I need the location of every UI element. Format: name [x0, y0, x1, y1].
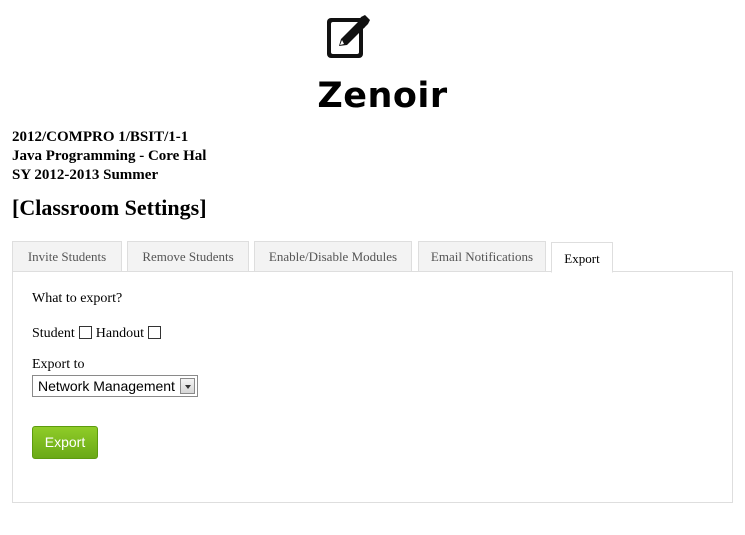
- class-info: 2012/COMPRO 1/BSIT/1-1 Java Programming …: [12, 128, 206, 185]
- export-options: Student Handout: [32, 325, 165, 342]
- class-term: SY 2012-2013 Summer: [12, 167, 159, 183]
- export-to-label: Export to: [32, 357, 85, 372]
- handout-option-label: Handout: [95, 326, 144, 341]
- chevron-down-icon[interactable]: [180, 378, 195, 394]
- export-to-selected-value: Network Management: [38, 378, 175, 394]
- edit-pencil-square-icon: [327, 15, 370, 58]
- settings-tabs: Invite Students Remove Students Enable/D…: [12, 241, 733, 273]
- student-checkbox[interactable]: [78, 325, 92, 339]
- tab-export[interactable]: Export: [551, 242, 613, 273]
- brand-title: Zenoir: [317, 76, 448, 116]
- handout-checkbox[interactable]: [148, 325, 161, 339]
- tab-remove-students[interactable]: Remove Students: [127, 241, 249, 271]
- what-to-export-label: What to export?: [32, 291, 123, 306]
- class-subject: Java Programming - Core Hal: [12, 148, 207, 164]
- tab-enable-disable-modules[interactable]: Enable/Disable Modules: [254, 241, 412, 271]
- page: Zenoir 2012/COMPRO 1/BSIT/1-1 Java Progr…: [0, 0, 745, 535]
- export-button[interactable]: Export: [32, 426, 98, 459]
- student-option-label: Student: [32, 326, 75, 341]
- tab-invite-students[interactable]: Invite Students: [12, 241, 122, 271]
- page-title: [Classroom Settings]: [12, 195, 207, 220]
- tab-email-notifications[interactable]: Email Notifications: [418, 241, 546, 271]
- export-to-select[interactable]: Network Management: [32, 375, 198, 397]
- export-panel: What to export? Student Handout Export t…: [12, 271, 733, 503]
- class-code: 2012/COMPRO 1/BSIT/1-1: [12, 129, 189, 145]
